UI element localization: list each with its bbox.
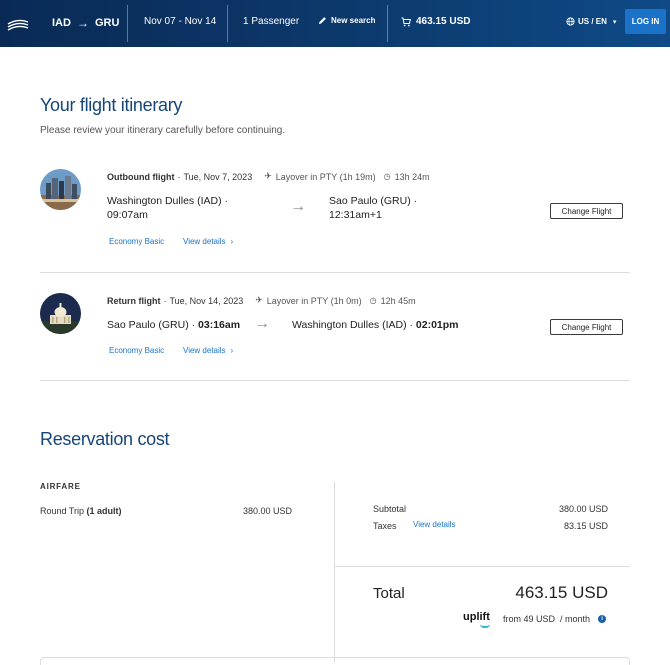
chevron-down-icon: ▾ [612,18,617,26]
divider [334,566,630,567]
total-label: Total [373,585,405,602]
new-search-label: New search [331,16,376,25]
round-trip-label: Round Trip [40,506,85,516]
monthly-payment-text: from 49 USD / month [503,614,591,624]
subtotal-label: Subtotal [373,504,407,514]
divider [40,272,630,273]
destination-code: GRU [94,17,120,29]
language-selector[interactable]: US / EN ▾ [566,17,616,26]
arrow-right-icon: → [290,198,306,215]
header-divider [387,5,388,42]
top-navigation-bar: IAD → GRU Nov 07 - Nov 14 1 Passenger Ne… [0,0,670,47]
outbound-view-details-link[interactable]: View details › [183,237,233,246]
airfare-label: AIRFARE [40,482,81,491]
passenger-count: 1 Passenger [243,16,300,27]
language-label: US / EN [578,17,607,26]
destination-photo-outbound [40,169,81,210]
return-fare-class-link[interactable]: Economy Basic [109,346,164,355]
arrow-right-icon: → [254,315,270,332]
return-view-details-link[interactable]: View details › [183,346,233,355]
cart-total: 463.15 USD [416,16,471,27]
divider [40,380,630,381]
outbound-from-time: 09:07am [107,209,148,221]
outbound-from-city: Washington Dulles (IAD) · [107,195,228,207]
airfare-value: 380.00 USD [243,506,293,516]
return-departure: Sao Paulo (GRU) · 03:16am [107,318,240,332]
return-flight-header: Return flight · Tue, Nov 14, 2023 ✈ Layo… [107,295,416,306]
arrow-right-icon: → [76,16,89,30]
subtotal-value: 380.00 USD [558,504,608,514]
info-icon[interactable]: i [598,615,607,623]
uplift-logo[interactable]: uplift [463,611,490,623]
taxes-label: Taxes [373,521,397,531]
return-layover-text: Layover in PTY (1h 0m) [266,295,362,306]
round-trip-row: Round Trip (1 adult) [40,506,122,516]
return-layover: ✈ Layover in PTY (1h 0m) [255,295,361,306]
outbound-duration: ◷ 13h 24m [384,172,430,182]
outbound-flight-header: Outbound flight · Tue, Nov 7, 2023 ✈ Lay… [107,171,430,182]
destination-photo-return [40,293,81,334]
change-return-flight-button[interactable]: Change Flight [550,319,623,335]
monthly-payment[interactable]: from 49 USD / month i [503,614,607,624]
itinerary-subtitle: Please review your itinerary carefully b… [40,125,286,136]
return-details-label: View details [183,346,226,355]
outbound-layover: ✈ Layover in PTY (1h 19m) [264,171,375,182]
return-duration-text: 12h 45m [380,295,416,306]
plane-icon: ✈ [264,171,272,181]
outbound-fare-class-link[interactable]: Economy Basic [109,237,164,246]
chevron-right-icon: › [230,237,234,246]
route-summary: IAD → GRU [52,16,119,30]
outbound-details-label: View details [183,237,226,246]
clock-icon: ◷ [383,172,391,181]
change-outbound-flight-button[interactable]: Change Flight [550,203,623,219]
cart-summary[interactable]: 463.15 USD [401,16,470,27]
return-to-city: Washington Dulles (IAD) · [292,319,413,331]
airline-logo-icon[interactable] [7,12,29,34]
chevron-right-icon: › [230,346,234,355]
clock-icon: ◷ [369,296,377,305]
return-date: Tue, Nov 14, 2023 [169,295,244,306]
new-search-button[interactable]: New search [318,16,375,25]
outbound-date: Tue, Nov 7, 2023 [183,171,253,182]
uplift-smile-icon [480,624,490,628]
return-from-time: 03:16am [198,319,241,331]
outbound-to-city: Sao Paulo (GRU) · [329,195,418,207]
next-section-card [40,657,630,665]
travel-dates: Nov 07 - Nov 14 [144,16,217,27]
return-to-time: 02:01pm [415,319,459,331]
return-duration: ◷ 12h 45m [370,296,416,306]
outbound-duration-text: 13h 24m [394,171,430,182]
taxes-view-details-link[interactable]: View details [413,520,456,529]
origin-code: IAD [52,17,71,29]
cost-column-divider [334,482,335,662]
outbound-arrival: Sao Paulo (GRU) · 12:31am+1 [329,194,417,222]
pencil-icon [318,17,326,25]
total-value: 463.15 USD [515,583,608,602]
outbound-layover-text: Layover in PTY (1h 19m) [275,171,376,182]
outbound-label: Outbound flight [107,171,175,182]
return-arrival: Washington Dulles (IAD) · 02:01pm [292,318,459,332]
return-label: Return flight [107,295,161,306]
plane-icon: ✈ [255,295,263,305]
taxes-value: 83.15 USD [563,521,608,531]
adult-count: (1 adult) [86,506,122,516]
outbound-to-time: 12:31am+1 [329,209,382,221]
return-from-city: Sao Paulo (GRU) · [107,319,196,331]
header-divider [227,5,228,42]
globe-icon [566,17,575,26]
header-divider [127,5,128,42]
outbound-departure: Washington Dulles (IAD) · 09:07am [107,194,228,222]
reservation-cost-title: Reservation cost [40,429,170,449]
itinerary-title: Your flight itinerary [40,95,183,115]
cart-icon [401,17,411,26]
login-button[interactable]: LOG IN [625,9,666,34]
